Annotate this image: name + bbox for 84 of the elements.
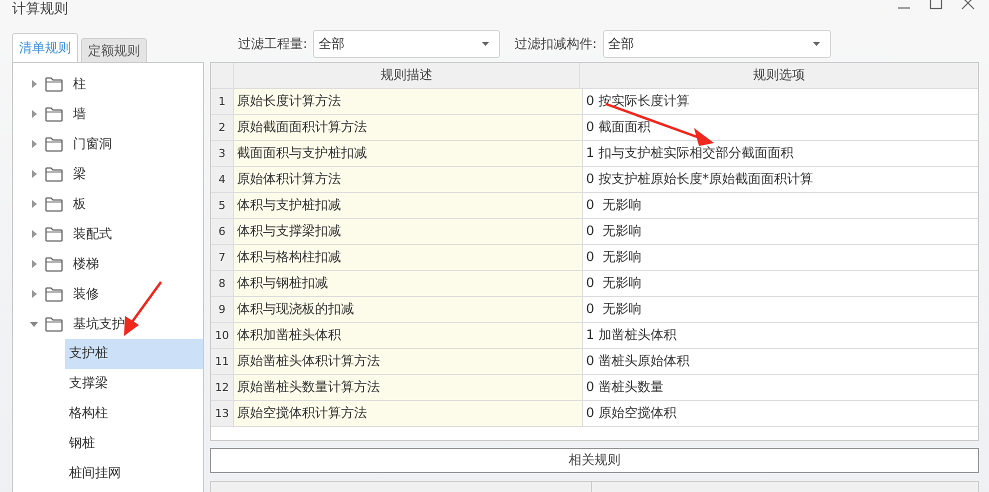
collapsed-arrow-icon[interactable]	[30, 170, 38, 178]
table-cell[interactable]: 0 无影响	[583, 297, 978, 322]
table-cell[interactable]: 0 无影响	[583, 245, 978, 270]
filter-label: 过滤工程量:	[238, 36, 308, 53]
table-cell[interactable]: 1 扣与支护桩实际相交部分截面面积	[583, 141, 978, 166]
table-cell[interactable]: 0 原始空搅体积	[583, 401, 978, 426]
table-cell: 体积加凿桩头体积	[234, 323, 583, 348]
tree-item[interactable]: 楼梯	[73, 255, 99, 273]
expanded-arrow-icon[interactable]	[30, 320, 38, 328]
tree-item[interactable]: 墙	[73, 105, 86, 123]
table-cell: 原始凿桩头体积计算方法	[234, 349, 583, 374]
tree-item[interactable]: 基坑支护	[73, 315, 125, 333]
tree-item[interactable]: 装修	[73, 285, 99, 303]
folder-icon	[45, 256, 63, 272]
close-icon[interactable]	[961, 0, 975, 10]
table-cell: 原始空搅体积计算方法	[234, 401, 583, 426]
row-number: 13	[211, 401, 234, 426]
table-cell: 体积与格构柱扣减	[234, 245, 583, 270]
tree-item[interactable]: 桩间挂网	[65, 459, 203, 489]
collapsed-arrow-icon[interactable]	[30, 200, 38, 208]
collapsed-arrow-icon[interactable]	[30, 260, 38, 268]
table-cell[interactable]: 0 无影响	[583, 219, 978, 244]
tree-item[interactable]: 装配式	[73, 225, 112, 243]
table-cell[interactable]: 1 加凿桩头体积	[583, 323, 978, 348]
filter-label: 过滤扣减构件:	[514, 36, 597, 53]
table-cell: 原始截面面积计算方法	[234, 115, 583, 140]
tab[interactable]: 定额规则	[81, 38, 147, 62]
collapsed-arrow-icon[interactable]	[30, 140, 38, 148]
column-header: 规则描述	[234, 63, 580, 88]
row-number: 10	[211, 323, 234, 348]
row-number: 3	[211, 141, 234, 166]
tree-item[interactable]: 梁	[73, 165, 86, 183]
row-number: 4	[211, 167, 234, 192]
collapsed-arrow-icon[interactable]	[30, 230, 38, 238]
table-cell: 体积与支撑梁扣减	[234, 219, 583, 244]
folder-icon	[45, 316, 63, 332]
row-number: 8	[211, 271, 234, 296]
table-cell[interactable]: 0 无影响	[583, 271, 978, 296]
row-number: 6	[211, 219, 234, 244]
table-cell: 体积与现浇板的扣减	[234, 297, 583, 322]
tree-item[interactable]: 格构柱	[65, 399, 203, 429]
table-cell: 原始凿桩头数量计算方法	[234, 375, 583, 400]
table-cell[interactable]: 0 凿桩头原始体积	[583, 349, 978, 374]
tree-item[interactable]: 支撑梁	[65, 369, 203, 399]
table-cell: 截面面积与支护桩扣减	[234, 141, 583, 166]
tree-item[interactable]: 钢桩	[65, 429, 203, 459]
related-rules-header: 相关规则	[210, 448, 979, 474]
table-cell: 体积与支护桩扣减	[234, 193, 583, 218]
row-number: 11	[211, 349, 234, 374]
folder-icon	[45, 106, 63, 122]
table-cell: 体积与钢桩扣减	[234, 271, 583, 296]
table-cell[interactable]: 0 无影响	[583, 193, 978, 218]
row-number: 2	[211, 115, 234, 140]
tree-item[interactable]: 支护桩	[65, 339, 203, 369]
tree-item[interactable]: 板	[73, 195, 86, 213]
collapsed-arrow-icon[interactable]	[30, 110, 38, 118]
annotation-arrow	[124, 281, 162, 336]
table-cell[interactable]: 0 按支护桩原始长度*原始截面面积计算	[583, 167, 978, 192]
row-number: 7	[211, 245, 234, 270]
row-number: 5	[211, 193, 234, 218]
table-cell: 原始长度计算方法	[234, 89, 583, 114]
folder-icon	[45, 76, 63, 92]
filter-dropdown[interactable]: 全部	[602, 30, 831, 58]
table-cell[interactable]: 0 凿桩头数量	[583, 375, 978, 400]
maximize-icon[interactable]	[929, 0, 943, 10]
caret-icon	[812, 42, 820, 46]
row-number: 12	[211, 375, 234, 400]
window-title: 计算规则	[12, 1, 68, 17]
collapsed-arrow-icon[interactable]	[30, 290, 38, 298]
table-cell[interactable]: 0 截面面积	[583, 115, 978, 140]
folder-icon	[45, 196, 63, 212]
filter-dropdown[interactable]: 全部	[313, 30, 500, 58]
row-number: 1	[211, 89, 234, 114]
row-number: 9	[211, 297, 234, 322]
table-cell: 原始体积计算方法	[234, 167, 583, 192]
folder-icon	[45, 286, 63, 302]
tree-item[interactable]: 门窗洞	[73, 135, 112, 153]
caret-icon	[482, 42, 490, 46]
tree-item[interactable]: 柱	[73, 75, 86, 93]
folder-icon	[45, 166, 63, 182]
column-header: 规则选项	[752, 67, 806, 85]
folder-icon	[45, 226, 63, 242]
collapsed-arrow-icon[interactable]	[30, 80, 38, 88]
folder-icon	[45, 136, 63, 152]
